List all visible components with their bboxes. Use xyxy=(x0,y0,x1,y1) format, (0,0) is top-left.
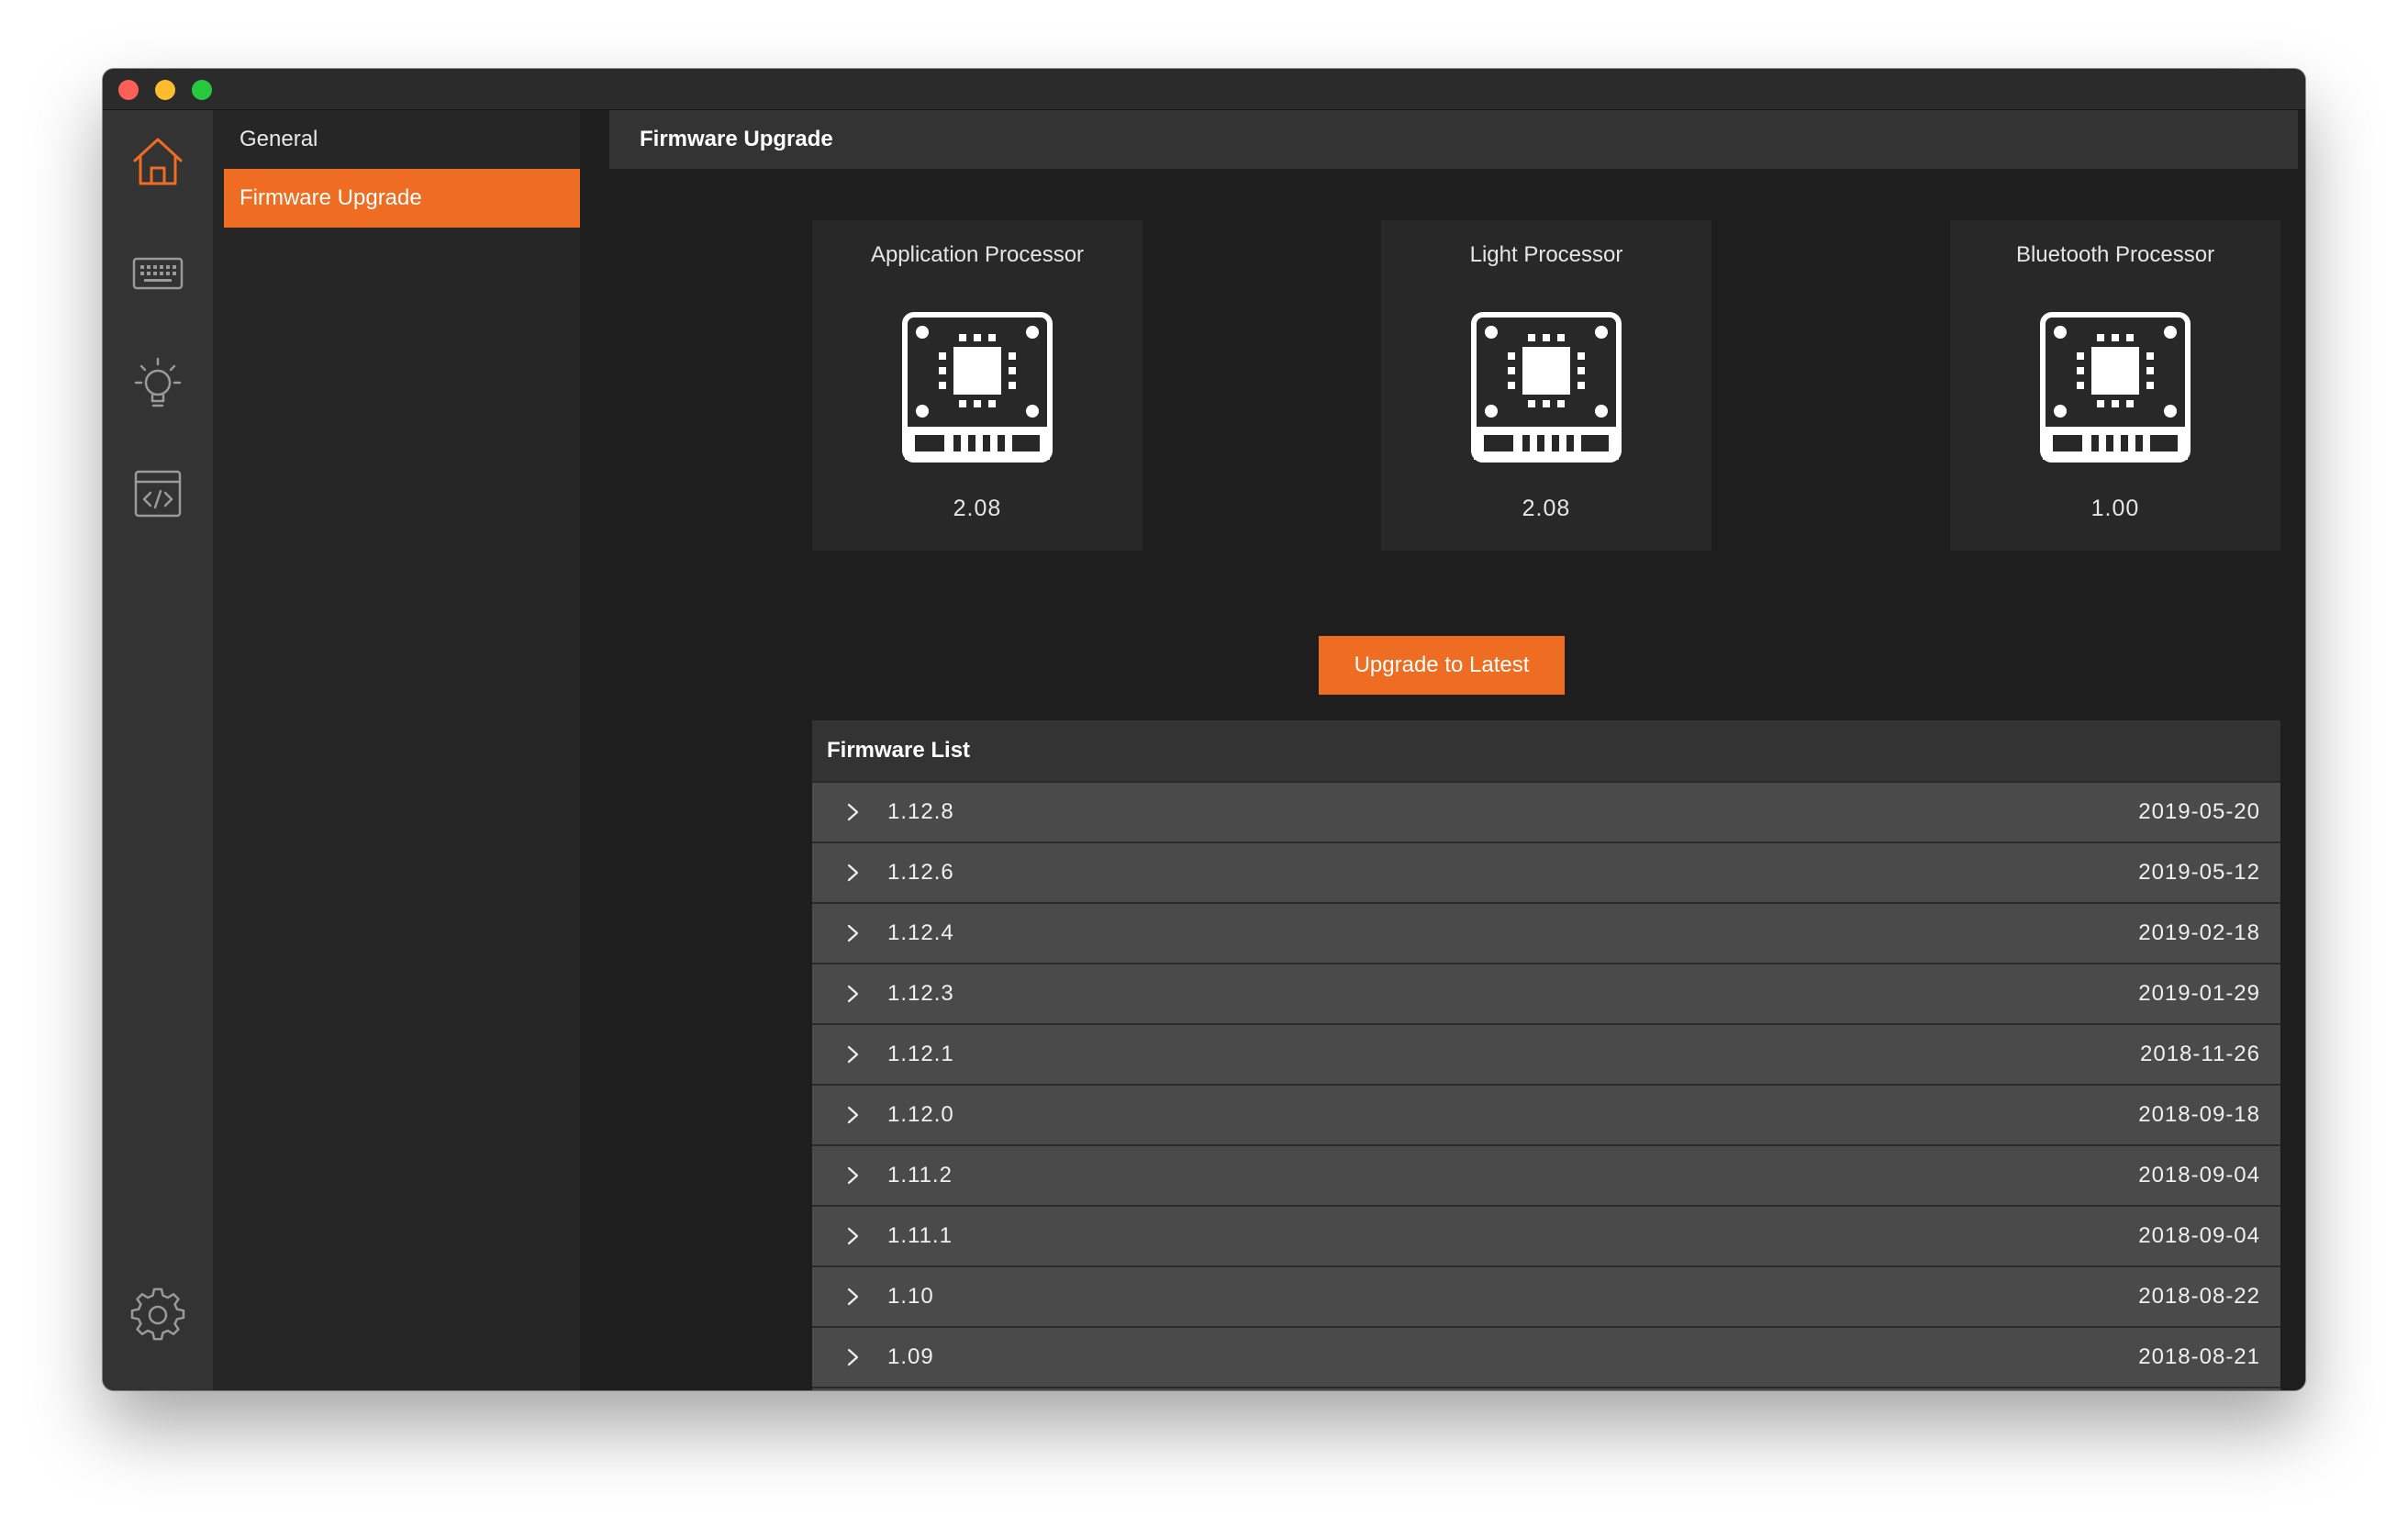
firmware-row[interactable]: 1.12.8 2019-05-20 xyxy=(812,781,2280,842)
firmware-version: 1.11.1 xyxy=(887,1223,953,1248)
firmware-list[interactable]: 1.12.8 2019-05-20 1.12.6 2019-05-12 1.12.4 20… xyxy=(812,781,2280,1390)
sidebar-item-general[interactable]: General xyxy=(224,110,591,169)
zoom-window-button[interactable] xyxy=(192,80,212,100)
firmware-date: 2018-09-04 xyxy=(2138,1163,2260,1187)
firmware-version: 1.12.8 xyxy=(887,799,954,824)
firmware-date: 2018-11-26 xyxy=(2140,1042,2260,1066)
firmware-version: 1.12.1 xyxy=(887,1042,954,1066)
chevron-right-icon[interactable] xyxy=(843,1267,864,1326)
chevron-right-icon[interactable] xyxy=(843,1025,864,1084)
chevron-right-icon[interactable] xyxy=(843,964,864,1023)
firmware-row[interactable]: 1.12.0 2018-09-18 xyxy=(812,1084,2280,1144)
lightbulb-icon[interactable] xyxy=(125,351,191,417)
chevron-right-icon[interactable] xyxy=(843,1388,864,1390)
firmware-date: 2019-05-12 xyxy=(2138,860,2260,885)
processor-version: 2.08 xyxy=(953,496,1002,521)
firmware-version: 1.12.3 xyxy=(887,981,954,1006)
icon-navbar xyxy=(103,110,213,1390)
chip-icon xyxy=(902,312,1053,463)
home-icon[interactable] xyxy=(125,128,191,195)
gear-icon[interactable] xyxy=(125,1282,191,1348)
chevron-right-icon[interactable] xyxy=(843,843,864,902)
app-window: General Firmware Upgrade Firmware Upgrad… xyxy=(103,69,2305,1390)
minimize-window-button[interactable] xyxy=(155,80,175,100)
processor-version: 2.08 xyxy=(1522,496,1571,521)
firmware-version: 1.10 xyxy=(887,1284,934,1309)
firmware-row[interactable]: 1.12.4 2019-02-18 xyxy=(812,902,2280,963)
processor-version: 1.00 xyxy=(2090,496,2140,521)
chip-icon xyxy=(1471,312,1622,463)
page-title: Firmware Upgrade xyxy=(609,110,2298,169)
chevron-right-icon[interactable] xyxy=(843,1146,864,1205)
close-window-button[interactable] xyxy=(118,80,139,100)
firmware-row[interactable]: 1.08 2018-08-18 xyxy=(812,1387,2280,1390)
processor-card-application: Application Processor 2.08 xyxy=(812,220,1143,551)
firmware-date: 2018-09-04 xyxy=(2138,1223,2260,1248)
processor-card-bluetooth: Bluetooth Processor 1.00 xyxy=(1950,220,2280,551)
processor-name: Bluetooth Processor xyxy=(2015,242,2215,267)
chevron-right-icon[interactable] xyxy=(843,1086,864,1144)
upgrade-to-latest-button[interactable]: Upgrade to Latest xyxy=(1319,636,1565,695)
firmware-row[interactable]: 1.11.2 2018-09-04 xyxy=(812,1144,2280,1205)
firmware-date: 2018-08-21 xyxy=(2138,1344,2260,1369)
keyboard-icon[interactable] xyxy=(125,240,191,307)
firmware-row[interactable]: 1.09 2018-08-21 xyxy=(812,1326,2280,1387)
firmware-version: 1.12.6 xyxy=(887,860,954,885)
firmware-version: 1.12.4 xyxy=(887,920,954,945)
processor-card-light: Light Processor 2.08 xyxy=(1381,220,1711,551)
firmware-version: 1.08 xyxy=(887,1388,934,1390)
settings-sidebar: General Firmware Upgrade xyxy=(213,110,591,1390)
firmware-date: 2019-05-20 xyxy=(2138,799,2260,824)
firmware-date: 2018-08-22 xyxy=(2138,1284,2260,1309)
firmware-row[interactable]: 1.10 2018-08-22 xyxy=(812,1265,2280,1326)
firmware-version: 1.11.2 xyxy=(887,1163,953,1187)
firmware-list-title: Firmware List xyxy=(812,720,2280,781)
firmware-date: 2019-02-18 xyxy=(2138,920,2260,945)
firmware-version: 1.12.0 xyxy=(887,1102,954,1127)
main-content: Firmware Upgrade Application Processor 2… xyxy=(580,110,2305,1390)
processor-name: Light Processor xyxy=(1469,242,1623,267)
firmware-row[interactable]: 1.12.3 2019-01-29 xyxy=(812,963,2280,1023)
firmware-date: 2018-09-18 xyxy=(2138,1102,2260,1127)
firmware-row[interactable]: 1.12.6 2019-05-12 xyxy=(812,842,2280,902)
firmware-version: 1.09 xyxy=(887,1344,934,1369)
chevron-right-icon[interactable] xyxy=(843,904,864,963)
processor-name: Application Processor xyxy=(870,242,1085,267)
sidebar-item-firmware-upgrade[interactable]: Firmware Upgrade xyxy=(224,169,591,228)
chevron-right-icon[interactable] xyxy=(843,783,864,842)
firmware-date: 2018-08-18 xyxy=(2138,1388,2260,1390)
chevron-right-icon[interactable] xyxy=(843,1328,864,1387)
firmware-list-panel: Firmware List 1.12.8 2019-05-20 1.12.6 2019… xyxy=(812,720,2280,1390)
firmware-row[interactable]: 1.12.1 2018-11-26 xyxy=(812,1023,2280,1084)
chevron-right-icon[interactable] xyxy=(843,1207,864,1265)
firmware-date: 2019-01-29 xyxy=(2138,981,2260,1006)
title-bar xyxy=(103,69,2305,110)
code-window-icon[interactable] xyxy=(125,461,191,527)
chip-icon xyxy=(2040,312,2191,463)
firmware-row[interactable]: 1.11.1 2018-09-04 xyxy=(812,1205,2280,1265)
